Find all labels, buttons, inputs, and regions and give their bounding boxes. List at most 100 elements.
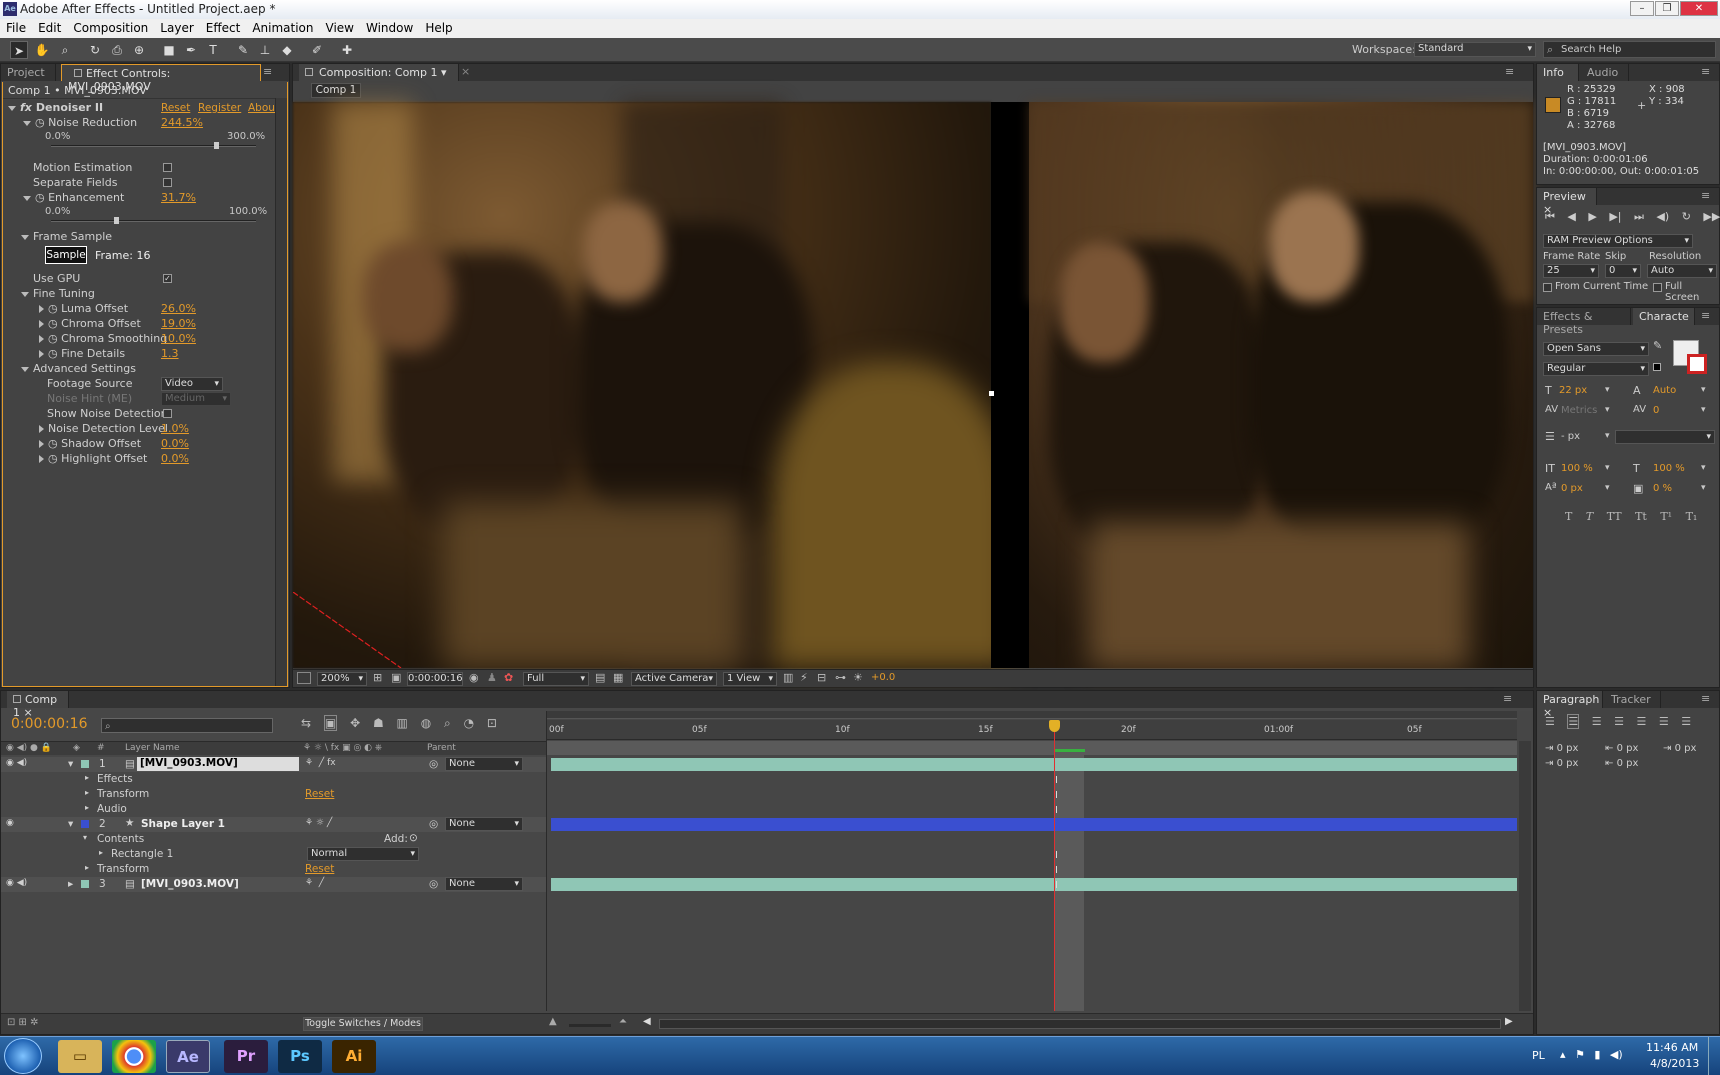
- menu-composition[interactable]: Composition: [67, 19, 154, 38]
- skip-dropdown[interactable]: 0: [1605, 264, 1641, 278]
- layer-bar-3[interactable]: [551, 878, 1517, 891]
- rotate-tool-icon[interactable]: ↻: [86, 41, 104, 59]
- first-line-indent-value[interactable]: 0 px: [1675, 743, 1697, 754]
- panel-menu-icon[interactable]: ≡: [1503, 692, 1512, 705]
- toggle-switches-modes-button[interactable]: Toggle Switches / Modes: [303, 1017, 423, 1031]
- tab-project[interactable]: Project: [1, 64, 56, 81]
- chroma-offset-value[interactable]: 19.0%: [161, 317, 196, 330]
- fx-icon[interactable]: fx: [20, 101, 32, 114]
- zoom-in-icon[interactable]: ⏶: [619, 1016, 627, 1027]
- minimize-button[interactable]: –: [1630, 1, 1654, 16]
- expand-triangle-icon[interactable]: [23, 195, 31, 201]
- clock-date[interactable]: 4/8/2013: [1650, 1057, 1699, 1070]
- luma-offset-value[interactable]: 26.0%: [161, 302, 196, 315]
- justify-right-icon[interactable]: ☰: [1659, 715, 1669, 728]
- panel-menu-icon[interactable]: ≡: [1505, 65, 1514, 78]
- motion-estimation-checkbox[interactable]: [163, 163, 172, 172]
- panel-menu-icon[interactable]: ≡: [263, 65, 272, 78]
- playhead-line[interactable]: [1054, 720, 1055, 1011]
- vertical-scale-dropdown-icon[interactable]: ▾: [1605, 463, 1610, 473]
- playhead-handle[interactable]: [1049, 720, 1060, 732]
- pixel-aspect-icon[interactable]: ▥: [783, 671, 793, 684]
- eyedropper-icon[interactable]: ✎: [1653, 339, 1662, 352]
- label-color-swatch[interactable]: [81, 880, 89, 888]
- timeline-icon[interactable]: ⊟: [817, 671, 826, 684]
- expand-triangle-icon[interactable]: [21, 366, 29, 372]
- register-link[interactable]: Register: [198, 102, 241, 114]
- panel-menu-icon[interactable]: ≡: [1701, 65, 1710, 78]
- expand-triangle-icon[interactable]: [39, 305, 44, 313]
- highlight-offset-value[interactable]: 0.0%: [161, 452, 189, 465]
- chroma-smoothing-value[interactable]: 10.0%: [161, 332, 196, 345]
- view-layout-dropdown[interactable]: 1 View: [723, 672, 777, 686]
- fine-details-value[interactable]: 1.3: [161, 347, 179, 360]
- selection-tool-icon[interactable]: ➤: [10, 41, 28, 59]
- stroke-color-swatch[interactable]: [1687, 354, 1707, 374]
- expand-triangle-icon[interactable]: ▾: [68, 758, 73, 770]
- scroll-left-icon[interactable]: ◀: [643, 1016, 651, 1027]
- expand-triangle-icon[interactable]: [39, 335, 44, 343]
- scrollbar[interactable]: [275, 98, 287, 686]
- fast-previews-icon[interactable]: ▤: [595, 671, 605, 684]
- tab-timeline-comp[interactable]: Comp 1 ×: [7, 691, 69, 719]
- font-size-dropdown-icon[interactable]: ▾: [1605, 385, 1610, 395]
- visibility-eye-icon[interactable]: ◉ ◀): [6, 758, 27, 768]
- panel-menu-icon[interactable]: ≡: [1701, 309, 1710, 322]
- justify-center-icon[interactable]: ☰: [1637, 715, 1647, 728]
- faux-italic-icon[interactable]: T: [1586, 510, 1593, 523]
- graph-editor-icon[interactable]: ⊡: [487, 716, 497, 730]
- pen-tool-icon[interactable]: ✒: [182, 41, 200, 59]
- leading-dropdown-icon[interactable]: ▾: [1701, 385, 1706, 395]
- justify-left-icon[interactable]: ☰: [1614, 715, 1624, 728]
- ram-preview-icon[interactable]: ▶▶: [1703, 210, 1720, 223]
- all-caps-icon[interactable]: TT: [1607, 510, 1622, 523]
- menu-help[interactable]: Help: [419, 19, 458, 38]
- enhancement-value[interactable]: 31.7%: [161, 191, 196, 204]
- language-indicator[interactable]: PL: [1532, 1049, 1545, 1062]
- transform-reset-link[interactable]: Reset: [305, 863, 334, 875]
- fast-preview-toggle-icon[interactable]: ⚡: [800, 671, 808, 684]
- layer-name-header[interactable]: Layer Name: [125, 743, 180, 753]
- eraser-tool-icon[interactable]: ◆: [278, 41, 296, 59]
- tab-composition[interactable]: Composition: Comp 1 ▾: [299, 64, 459, 81]
- panel-menu-icon[interactable]: ≡: [1701, 189, 1710, 202]
- expand-triangle-icon[interactable]: [39, 350, 44, 358]
- stopwatch-icon[interactable]: ◷: [48, 437, 61, 450]
- photoshop-taskbar-icon[interactable]: Ps: [278, 1040, 322, 1073]
- slider-knob[interactable]: [114, 217, 120, 224]
- stroke-width-value[interactable]: - px: [1561, 431, 1580, 442]
- snapshot-camera-icon[interactable]: ◉: [469, 671, 479, 684]
- baseline-shift-value[interactable]: 0 px: [1561, 483, 1583, 494]
- faux-bold-icon[interactable]: T: [1565, 510, 1572, 523]
- hide-shy-layers-icon[interactable]: ☗: [373, 716, 384, 730]
- expand-triangle-icon[interactable]: [21, 234, 29, 240]
- horizontal-scale-value[interactable]: 100 %: [1653, 463, 1685, 474]
- tab-character[interactable]: Characte: [1633, 308, 1695, 325]
- property-transform[interactable]: ▸ Transform Reset: [1, 787, 546, 802]
- stopwatch-icon[interactable]: ◷: [48, 332, 61, 345]
- layer-switches[interactable]: ⚘ ☼ ╱: [305, 818, 332, 828]
- first-frame-icon[interactable]: ⏮: [1545, 210, 1555, 223]
- add-circle-icon[interactable]: ⊙: [409, 832, 418, 844]
- menu-layer[interactable]: Layer: [154, 19, 199, 38]
- composition-viewer[interactable]: [293, 102, 1533, 668]
- frame-blending-icon[interactable]: ▥: [397, 716, 408, 730]
- panel-menu-icon[interactable]: ≡: [1701, 692, 1710, 705]
- visibility-eye-icon[interactable]: ◉ ◀): [6, 878, 27, 888]
- tab-audio[interactable]: Audio: [1581, 64, 1629, 81]
- vertical-scrollbar[interactable]: [1519, 741, 1531, 1011]
- motion-blur-icon[interactable]: ◍: [421, 716, 431, 730]
- zoom-out-icon[interactable]: ▲: [549, 1016, 557, 1027]
- tab-effects-presets[interactable]: Effects & Presets: [1537, 308, 1631, 336]
- layer-name[interactable]: [MVI_0903.MOV]: [141, 878, 239, 890]
- subscript-icon[interactable]: T₁: [1686, 510, 1698, 523]
- space-before-value[interactable]: 0 px: [1557, 758, 1579, 769]
- layer-search-field[interactable]: ⌕: [101, 718, 273, 733]
- close-tab-icon[interactable]: ×: [461, 65, 470, 78]
- active-camera-dropdown[interactable]: Active Camera: [631, 672, 717, 686]
- noise-detection-level-value[interactable]: 1.0%: [161, 422, 189, 435]
- resolution-dropdown[interactable]: Auto: [1647, 264, 1717, 278]
- work-area-bar[interactable]: [547, 711, 1517, 719]
- expand-triangle-icon[interactable]: [39, 320, 44, 328]
- layer-name[interactable]: [MVI_0903.MOV]: [137, 757, 299, 771]
